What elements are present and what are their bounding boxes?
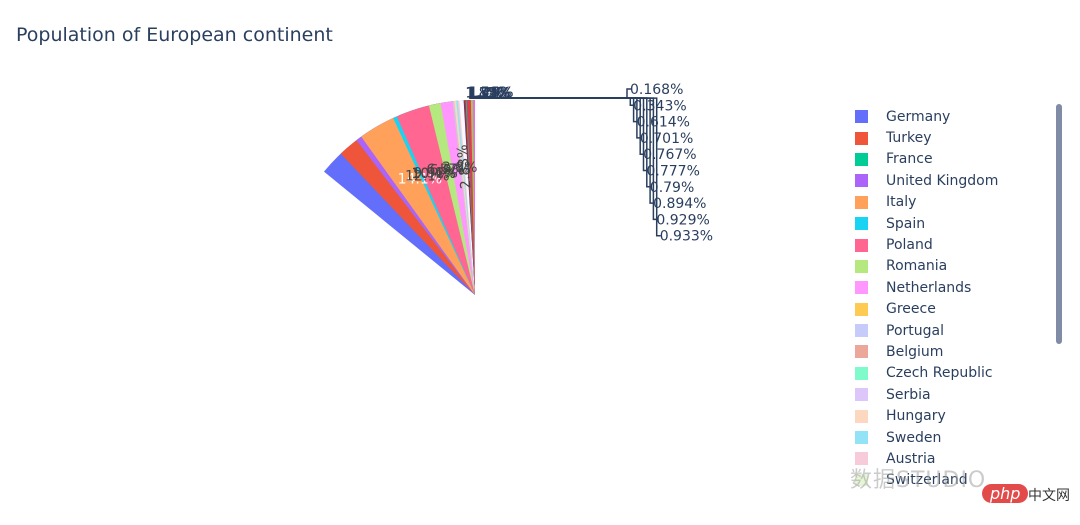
legend-item[interactable]: Germany	[855, 106, 1045, 127]
watermark-cn: 中文网	[1028, 488, 1070, 504]
legend-item[interactable]: Netherlands	[855, 277, 1045, 298]
legend-item[interactable]: United Kingdom	[855, 170, 1045, 191]
legend-item[interactable]: Serbia	[855, 384, 1045, 405]
legend-label: Germany	[886, 108, 951, 125]
legend-item[interactable]: Romania	[855, 256, 1045, 277]
slice-label: 0.614%	[637, 115, 690, 131]
legend-label: Netherlands	[886, 279, 972, 296]
legend-label: Hungary	[886, 408, 946, 425]
legend-swatch	[855, 345, 868, 359]
slice-label: 0.168%	[630, 82, 683, 98]
legend-swatch	[855, 110, 868, 124]
legend-item[interactable]: Spain	[855, 213, 1045, 234]
legend-swatch	[855, 217, 868, 231]
legend-swatch	[855, 281, 868, 295]
legend-item[interactable]: Greece	[855, 299, 1045, 320]
watermark-php-badge: php	[982, 484, 1029, 503]
legend-label: Italy	[886, 194, 917, 211]
legend-swatch	[855, 409, 868, 423]
leader-line	[471, 97, 638, 123]
legend-label: United Kingdom	[886, 172, 999, 189]
slice-label: 0.933%	[660, 229, 713, 245]
leader-line	[470, 97, 648, 172]
legend-item[interactable]: Turkey	[855, 127, 1045, 148]
legend-label: Romania	[886, 258, 948, 275]
legend-item[interactable]: Portugal	[855, 320, 1045, 341]
pie-slices	[323, 100, 475, 295]
leader-line	[470, 97, 651, 188]
legend-label: Spain	[886, 215, 926, 232]
legend-swatch	[855, 431, 868, 445]
slice-label: 0.894%	[653, 196, 706, 212]
watermark-text: 数据STUDIO	[850, 468, 987, 493]
legend-label: Sweden	[886, 429, 942, 446]
legend-swatch	[855, 195, 868, 209]
legend-swatch	[855, 302, 868, 316]
legend-item[interactable]: Belgium	[855, 341, 1045, 362]
legend: Germany Turkey France United Kingdom Italy Sp…	[855, 106, 1045, 486]
leader-line	[469, 97, 655, 204]
legend-label: Greece	[886, 301, 936, 318]
legend-label: Czech Republic	[886, 365, 993, 382]
slice-label: 0.343%	[633, 98, 686, 114]
legend-swatch	[855, 366, 868, 380]
slice-label: 0.777%	[647, 164, 700, 180]
legend-swatch	[855, 152, 868, 166]
legend-item[interactable]: Czech Republic	[855, 363, 1045, 384]
slice-label: 0.701%	[640, 131, 693, 147]
leader-line	[470, 97, 645, 155]
legend-item[interactable]: France	[855, 149, 1045, 170]
legend-swatch	[855, 259, 868, 273]
legend-swatch	[855, 131, 868, 145]
legend-item[interactable]: Poland	[855, 234, 1045, 255]
leader-line	[469, 97, 661, 237]
legend-swatch	[855, 388, 868, 402]
legend-label: Poland	[886, 237, 933, 254]
legend-label: Portugal	[886, 322, 944, 339]
legend-scrollbar[interactable]	[1056, 104, 1062, 344]
legend-item[interactable]: Hungary	[855, 405, 1045, 426]
legend-label: Turkey	[886, 130, 932, 147]
slice-label: 0.929%	[656, 212, 709, 228]
legend-swatch	[855, 238, 868, 252]
leader-line	[469, 97, 658, 221]
legend-label: France	[886, 151, 933, 168]
legend-item[interactable]: Italy	[855, 192, 1045, 213]
legend-label: Serbia	[886, 386, 931, 403]
slice-label: 0.767%	[643, 147, 696, 163]
leader-line	[470, 97, 641, 139]
legend-item[interactable]: Sweden	[855, 427, 1045, 448]
legend-swatch	[855, 174, 868, 188]
legend-label: Belgium	[886, 343, 944, 360]
legend-swatch	[855, 324, 868, 338]
